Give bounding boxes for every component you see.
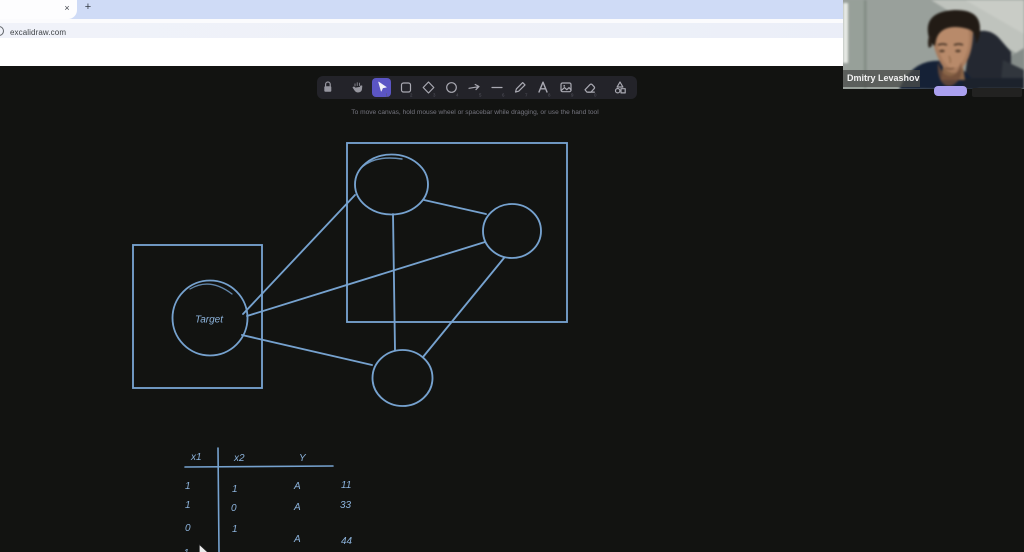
svg-text:1: 1	[386, 93, 389, 98]
svg-text:2: 2	[410, 93, 413, 98]
svg-text:0: 0	[594, 93, 597, 98]
svg-text:8: 8	[548, 93, 551, 98]
svg-text:3: 3	[433, 93, 436, 98]
svg-text:4: 4	[456, 93, 459, 98]
svg-text:9: 9	[571, 93, 574, 98]
svg-text:5: 5	[479, 93, 482, 98]
svg-text:6: 6	[502, 93, 505, 98]
svg-text:7: 7	[525, 93, 528, 98]
